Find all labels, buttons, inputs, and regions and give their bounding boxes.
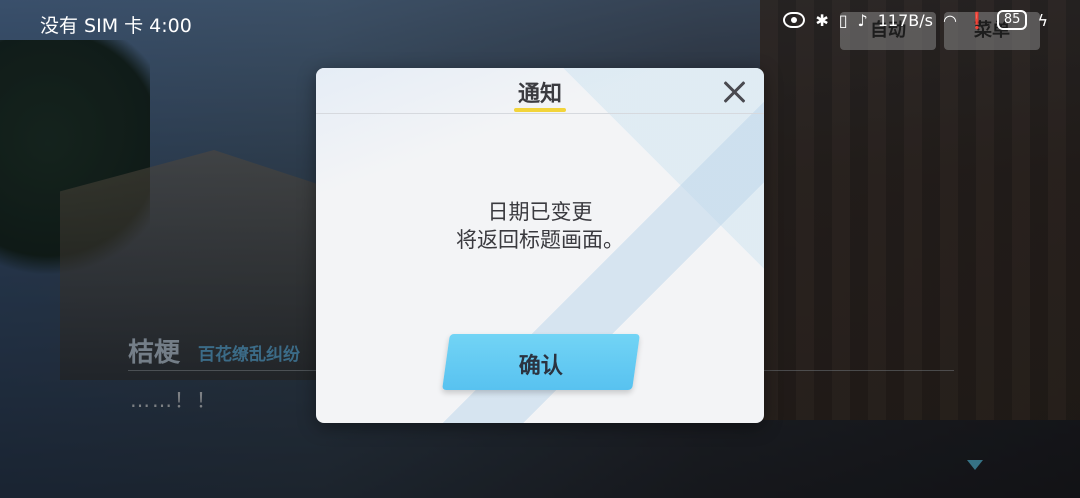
- close-icon[interactable]: [721, 78, 749, 106]
- charging-icon: ϟ: [1037, 10, 1048, 30]
- confirm-button[interactable]: 确认: [442, 334, 640, 390]
- status-bar: 没有 SIM 卡 4:00 ✱ ▯ ♪ 117B/s ◠ ❗ 85 ϟ: [0, 0, 1080, 44]
- title-underline: [514, 108, 566, 112]
- dialog-title: 通知: [517, 82, 562, 107]
- net-speed: 117B/s: [877, 10, 933, 30]
- carrier-time: 没有 SIM 卡 4:00: [40, 15, 192, 37]
- message-line-1: 日期已变更: [487, 200, 593, 224]
- wifi-icon: ◠: [943, 10, 957, 30]
- eye-icon: [783, 12, 806, 28]
- vibrate-icon: ▯: [838, 10, 848, 30]
- bluetooth-icon: ✱: [815, 10, 829, 30]
- battery-indicator: 85: [996, 10, 1028, 30]
- status-icons: ✱ ▯ ♪ 117B/s ◠ ❗ 85 ϟ: [783, 10, 1048, 30]
- mute-bell-icon: ♪: [857, 10, 868, 30]
- dialog-header: 通知: [316, 68, 764, 114]
- alert-icon: ❗: [966, 10, 987, 30]
- confirm-label: 确认: [518, 354, 563, 379]
- notification-dialog: 通知 日期已变更 将返回标题画面。 确认: [316, 68, 764, 423]
- dialog-message: 日期已变更 将返回标题画面。: [316, 198, 764, 254]
- message-line-2: 将返回标题画面。: [456, 228, 624, 252]
